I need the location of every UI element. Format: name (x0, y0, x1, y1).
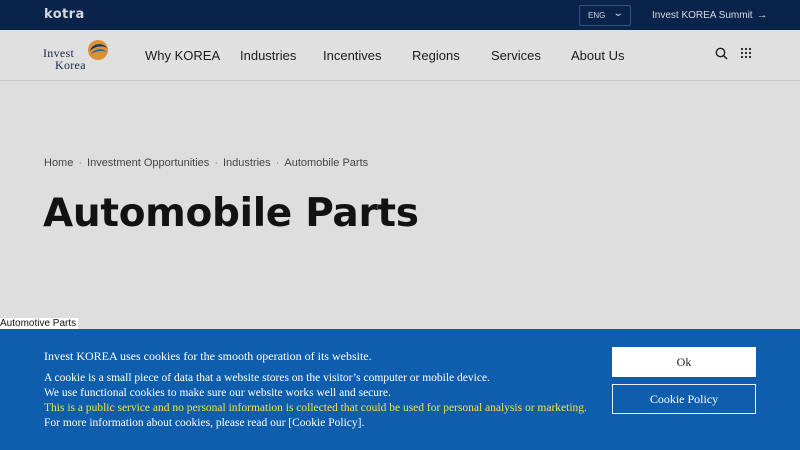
cookie-text-line: We use functional cookies to make sure o… (44, 387, 391, 399)
cookie-text-line: For more information about cookies, plea… (44, 417, 365, 429)
cookie-public-service-note: This is a public service and no personal… (44, 402, 587, 414)
cookie-policy-button[interactable]: Cookie Policy (612, 384, 756, 414)
cookie-text-line: A cookie is a small piece of data that a… (44, 372, 490, 384)
cookie-heading: Invest KOREA uses cookies for the smooth… (44, 349, 372, 363)
dim-overlay (0, 0, 800, 329)
section-caption: Automotive Parts (0, 318, 79, 329)
cookie-banner: Invest KOREA uses cookies for the smooth… (0, 329, 800, 450)
cookie-ok-button[interactable]: Ok (612, 347, 756, 377)
